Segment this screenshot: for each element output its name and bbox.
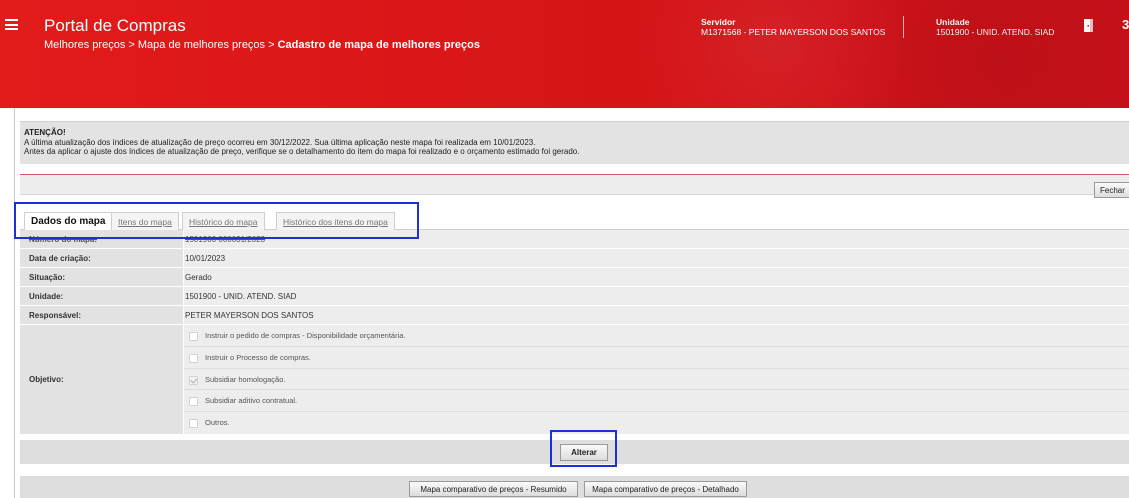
responsavel-value: PETER MAYERSON DOS SANTOS xyxy=(184,306,1129,324)
unidade-label: Unidade xyxy=(936,17,970,27)
breadcrumb-item-melhores-precos[interactable]: Melhores preços xyxy=(44,39,125,51)
numero-label: Número do mapa: xyxy=(20,230,183,248)
objetivo-option-label: Outros. xyxy=(205,418,230,428)
servidor-value: M1371568 - PETER MAYERSON DOS SANTOS xyxy=(701,27,886,37)
objetivo-options: Instruir o pedido de compras - Disponibi… xyxy=(184,325,1129,434)
tab-dados-do-mapa[interactable]: Dados do mapa xyxy=(24,212,113,232)
door-icon[interactable] xyxy=(1084,19,1094,32)
unidade-value: 1501900 - UNID. ATEND. SIAD xyxy=(936,27,1055,37)
close-button[interactable]: Fechar xyxy=(1094,182,1129,198)
responsavel-row: Responsável: PETER MAYERSON DOS SANTOS xyxy=(20,306,1129,325)
objetivo-label: Objetivo: xyxy=(20,325,183,434)
hamburger-icon[interactable] xyxy=(5,19,18,30)
tab-historico-dos-itens[interactable]: Histórico dos itens do mapa xyxy=(276,212,395,231)
unidade-field-label: Unidade: xyxy=(20,287,183,305)
objetivo-checkbox-homologacao[interactable] xyxy=(189,375,198,385)
objetivo-option: Instruir o Processo de compras. xyxy=(184,347,1129,369)
app-title: Portal de Compras xyxy=(44,16,186,35)
breadcrumb-item-mapa[interactable]: Mapa de melhores preços xyxy=(138,39,265,51)
mapa-resumido-button[interactable]: Mapa comparativo de preços - Resumido xyxy=(409,481,578,497)
situacao-value: Gerado xyxy=(184,268,1129,286)
objetivo-checkbox-outros[interactable] xyxy=(189,419,198,429)
app-header: Portal de Compras Melhores preços > Mapa… xyxy=(0,0,1129,108)
unidade-field-value: 1501900 - UNID. ATEND. SIAD xyxy=(184,287,1129,305)
data-criacao-value: 10/01/2023 xyxy=(184,249,1129,267)
map-details-form: Número do mapa: 1501900 000031/2023 Data… xyxy=(20,230,1129,434)
notice-line-1: A última atualização dos índices de atua… xyxy=(24,137,536,147)
data-criacao-label: Data de criação: xyxy=(20,249,183,267)
objetivo-option-label: Instruir o Processo de compras. xyxy=(205,352,311,362)
tab-itens-do-mapa[interactable]: Itens do mapa xyxy=(111,212,179,231)
objetivo-option: Outros. xyxy=(184,412,1129,434)
data-criacao-row: Data de criação: 10/01/2023 xyxy=(20,249,1129,268)
objetivo-option-label: Instruir o pedido de compras - Disponibi… xyxy=(205,331,406,340)
breadcrumb-separator: > xyxy=(265,39,278,51)
numero-value: 1501900 000031/2023 xyxy=(184,230,1129,248)
situacao-label: Situação: xyxy=(20,268,183,286)
left-divider xyxy=(14,108,15,498)
objetivo-option: Subsidiar homologação. xyxy=(184,369,1129,391)
attention-notice: ATENÇÃO! A última atualização dos índice… xyxy=(20,121,1129,164)
mapa-detalhado-button[interactable]: Mapa comparativo de preços - Detalhado xyxy=(584,481,747,497)
breadcrumb-separator: > xyxy=(125,39,138,51)
exit-icon[interactable]: 3 xyxy=(1122,17,1129,32)
toolbar xyxy=(20,175,1129,195)
servidor-label: Servidor xyxy=(701,17,736,27)
tab-bar: Dados do mapa Itens do mapa Histórico do… xyxy=(20,202,1129,232)
objetivo-option-label: Subsidiar aditivo contratual. xyxy=(205,396,298,406)
objetivo-checkbox-aditivo[interactable] xyxy=(189,397,198,407)
objetivo-row: Objetivo: Instruir o pedido de compras -… xyxy=(20,325,1129,434)
objetivo-option-label: Subsidiar homologação. xyxy=(205,374,286,384)
notice-title: ATENÇÃO! xyxy=(24,128,66,137)
servidor-info: Servidor M1371568 - PETER MAYERSON DOS S… xyxy=(701,17,885,37)
breadcrumb-current: Cadastro de mapa de melhores preços xyxy=(277,39,480,51)
objetivo-checkbox-processo[interactable] xyxy=(189,353,198,363)
numero-row: Número do mapa: 1501900 000031/2023 xyxy=(20,230,1129,249)
unidade-row: Unidade: 1501900 - UNID. ATEND. SIAD xyxy=(20,287,1129,306)
alterar-button[interactable]: Alterar xyxy=(560,444,608,461)
situacao-row: Situação: Gerado xyxy=(20,268,1129,287)
responsavel-label: Responsável: xyxy=(20,306,183,324)
breadcrumb: Melhores preços > Mapa de melhores preço… xyxy=(44,39,480,51)
header-divider xyxy=(903,16,904,38)
tab-historico-do-mapa[interactable]: Histórico do mapa xyxy=(182,212,265,231)
notice-line-2: Antes da aplicar o ajuste dos índices de… xyxy=(24,147,580,156)
objetivo-option: Instruir o pedido de compras - Disponibi… xyxy=(184,325,1129,347)
objetivo-checkbox-pedido[interactable] xyxy=(189,332,198,341)
unidade-info: Unidade 1501900 - UNID. ATEND. SIAD xyxy=(936,17,1054,37)
objetivo-option: Subsidiar aditivo contratual. xyxy=(184,390,1129,413)
